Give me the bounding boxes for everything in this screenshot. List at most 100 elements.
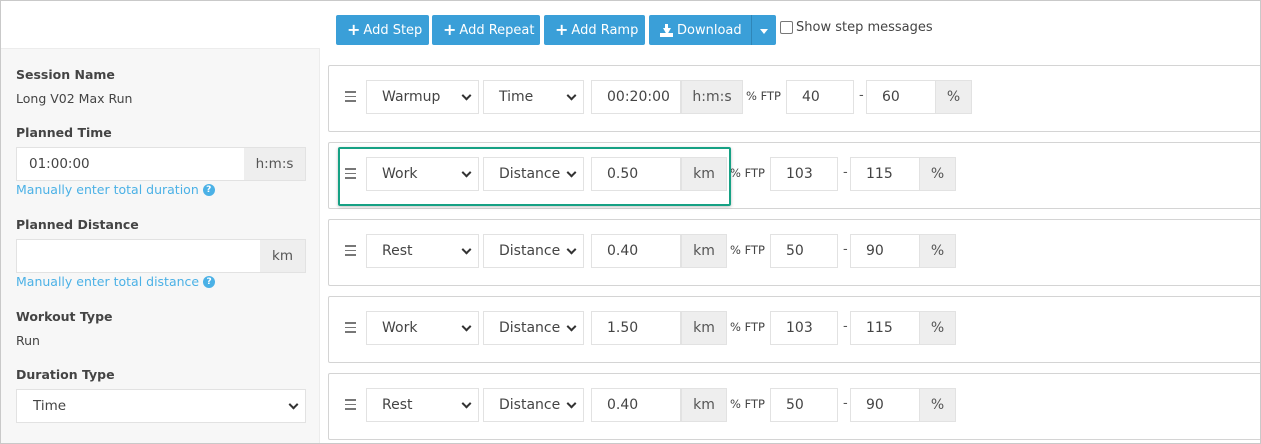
manual-duration-link-text[interactable]: Manually enter total duration	[16, 182, 199, 197]
drag-handle-icon[interactable]	[345, 322, 356, 336]
range-dash: -	[843, 165, 848, 180]
ftp-low-input[interactable]: 40	[786, 80, 854, 114]
plus-icon: +	[347, 20, 361, 39]
step-amount-input[interactable]: 0.40	[591, 234, 681, 268]
step-type-select[interactable]: Work	[366, 311, 479, 345]
range-dash: -	[843, 396, 848, 411]
step-row: Rest Distance 0.40 km% FTP 50-90%	[328, 373, 1260, 440]
duration-type-label: Duration Type	[16, 367, 115, 382]
plus-icon: +	[443, 20, 457, 39]
add-repeat-label: Add Repeat	[459, 22, 535, 38]
manual-distance-link[interactable]: Manually enter total distance ?	[16, 274, 216, 289]
step-type-select[interactable]: Warmup	[366, 80, 479, 114]
planned-time-label: Planned Time	[16, 125, 112, 140]
step-measure-value: Time	[499, 89, 534, 105]
ftp-low-input[interactable]: 50	[770, 234, 838, 268]
drag-handle-icon[interactable]	[345, 245, 356, 259]
ftp-label: % FTP	[746, 89, 781, 103]
step-measure-value: Distance	[499, 320, 561, 336]
step-measure-select[interactable]: Distance	[483, 234, 584, 268]
step-type-value: Rest	[382, 243, 413, 259]
step-type-value: Warmup	[382, 89, 441, 105]
show-step-messages-label[interactable]: Show step messages	[796, 20, 933, 35]
help-icon[interactable]: ?	[203, 275, 216, 288]
manual-duration-link[interactable]: Manually enter total duration ?	[16, 182, 215, 197]
duration-type-value: Time	[33, 398, 67, 414]
step-measure-value: Distance	[499, 397, 561, 413]
step-measure-select[interactable]: Distance	[483, 388, 584, 422]
download-label: Download	[677, 22, 742, 38]
chevron-down-icon	[566, 244, 577, 255]
download-icon	[660, 23, 673, 37]
drag-handle-icon[interactable]	[345, 399, 356, 413]
step-amount-input[interactable]: 0.40	[591, 388, 681, 422]
ftp-high-input[interactable]: 90	[850, 388, 920, 422]
planned-distance-input[interactable]	[16, 239, 261, 273]
add-step-label: Add Step	[363, 22, 423, 38]
add-repeat-button[interactable]: + Add Repeat	[432, 15, 540, 45]
duration-type-select[interactable]: Time	[16, 389, 306, 423]
range-dash: -	[843, 242, 848, 257]
step-row: Rest Distance 0.40 km% FTP 50-90%	[328, 219, 1260, 286]
planned-time-input[interactable]: 01:00:00	[16, 147, 245, 181]
step-measure-select[interactable]: Distance	[483, 311, 584, 345]
workout-type-label: Workout Type	[16, 309, 113, 324]
percent-unit: %	[919, 311, 956, 345]
step-row: Warmup Time 00:20:00 h:m:s% FTP 40-60%	[328, 65, 1260, 132]
step-amount-input[interactable]: 1.50	[591, 311, 681, 345]
drag-handle-icon[interactable]	[345, 91, 356, 105]
chevron-down-icon	[566, 90, 577, 101]
percent-unit: %	[919, 234, 956, 268]
step-unit: km	[681, 388, 727, 422]
ftp-high-input[interactable]: 115	[850, 157, 920, 191]
workout-type-value: Run	[16, 333, 40, 348]
help-icon[interactable]: ?	[202, 183, 215, 196]
step-type-select[interactable]: Rest	[366, 234, 479, 268]
ftp-high-input[interactable]: 115	[850, 311, 920, 345]
add-ramp-label: Add Ramp	[571, 22, 639, 38]
percent-unit: %	[935, 80, 972, 114]
ftp-label: % FTP	[730, 320, 765, 334]
download-button[interactable]: Download	[649, 15, 751, 45]
caret-down-icon	[760, 29, 768, 34]
chevron-down-icon	[461, 90, 472, 101]
planned-time-unit: h:m:s	[244, 147, 306, 181]
step-unit: h:m:s	[681, 80, 743, 114]
step-type-value: Rest	[382, 397, 413, 413]
step-unit: km	[681, 234, 727, 268]
chevron-down-icon	[461, 321, 472, 332]
range-dash: -	[843, 319, 848, 334]
chevron-down-icon	[288, 399, 299, 410]
ftp-high-input[interactable]: 90	[850, 234, 920, 268]
percent-unit: %	[919, 157, 956, 191]
ftp-low-input[interactable]: 50	[770, 388, 838, 422]
plus-icon: +	[555, 20, 569, 39]
planned-distance-label: Planned Distance	[16, 217, 139, 232]
ftp-low-input[interactable]: 103	[770, 157, 838, 191]
manual-distance-link-text[interactable]: Manually enter total distance	[16, 274, 199, 289]
step-measure-value: Distance	[499, 243, 561, 259]
step-amount-input[interactable]: 00:20:00	[591, 80, 681, 114]
add-ramp-button[interactable]: + Add Ramp	[544, 15, 645, 45]
step-type-select[interactable]: Rest	[366, 388, 479, 422]
ftp-high-input[interactable]: 60	[866, 80, 936, 114]
session-name-label: Session Name	[16, 67, 115, 82]
chevron-down-icon	[461, 244, 472, 255]
download-options-toggle[interactable]	[751, 15, 776, 45]
step-unit: km	[681, 311, 727, 345]
session-sidebar: Session Name Long V02 Max Run Planned Ti…	[1, 1, 320, 443]
step-type-value: Work	[382, 320, 418, 336]
chevron-down-icon	[566, 398, 577, 409]
ftp-label: % FTP	[730, 397, 765, 411]
step-measure-select[interactable]: Time	[483, 80, 584, 114]
sidebar-header-band	[1, 1, 320, 49]
add-step-button[interactable]: + Add Step	[336, 15, 429, 45]
ftp-label: % FTP	[730, 243, 765, 257]
range-dash: -	[859, 88, 864, 103]
chevron-down-icon	[461, 398, 472, 409]
planned-distance-unit: km	[260, 239, 306, 273]
session-name-value: Long V02 Max Run	[16, 91, 133, 106]
show-step-messages-checkbox[interactable]	[780, 21, 793, 34]
step-row: Work Distance 1.50 km% FTP 103-115%	[328, 296, 1260, 363]
ftp-low-input[interactable]: 103	[770, 311, 838, 345]
